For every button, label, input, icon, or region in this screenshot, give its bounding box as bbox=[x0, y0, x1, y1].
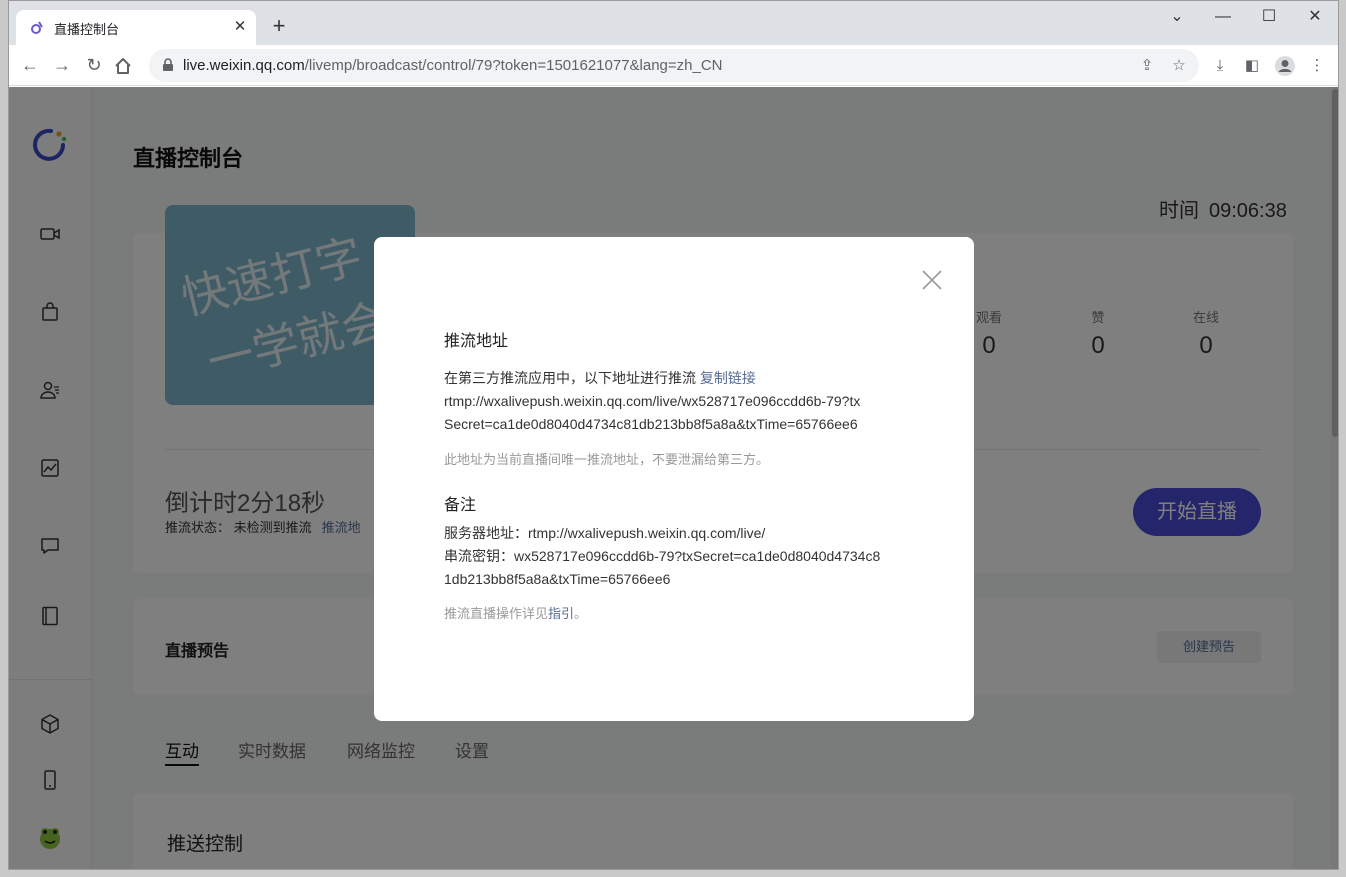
server-address[interactable]: 服务器地址：rtmp://wxalivepush.weixin.qq.com/l… bbox=[444, 522, 765, 545]
tab-title: 直播控制台 bbox=[54, 22, 120, 37]
new-tab-icon[interactable]: + bbox=[267, 15, 291, 39]
close-tab-icon[interactable]: ✕ bbox=[232, 19, 248, 35]
lock-icon[interactable] bbox=[161, 58, 175, 72]
share-icon[interactable]: ⇪ bbox=[1137, 56, 1157, 76]
browser-window: 直播控制台 ✕ + ⌄ — ☐ ✕ ← → ↻ live.weixin.qq.c… bbox=[8, 0, 1339, 870]
forward-icon[interactable]: → bbox=[49, 53, 75, 79]
push-address-modal: 推流地址 在第三方推流应用中，以下地址进行推流 复制链接 rtmp://wxal… bbox=[374, 237, 974, 721]
wechat-live-favicon bbox=[31, 21, 43, 34]
copy-link-button[interactable]: 复制链接 bbox=[700, 370, 756, 386]
bookmark-star-icon[interactable]: ☆ bbox=[1169, 56, 1189, 76]
stream-key-line1[interactable]: 串流密钥：wx528717e096ccdd6b-79?txSecret=ca1d… bbox=[444, 545, 880, 568]
url-text[interactable]: live.weixin.qq.com/livemp/broadcast/cont… bbox=[183, 57, 723, 74]
note-title: 备注 bbox=[444, 497, 477, 514]
browser-toolbar: ← → ↻ live.weixin.qq.com/livemp/broadcas… bbox=[9, 45, 1338, 86]
stream-key-line2[interactable]: 1db213bb8f5a8a&txTime=65766ee6 bbox=[444, 568, 670, 591]
minimize-icon[interactable]: — bbox=[1203, 7, 1243, 29]
guide-link[interactable]: 指引 bbox=[548, 606, 574, 621]
browser-tab[interactable]: 直播控制台 ✕ bbox=[16, 10, 256, 45]
tab-strip: 直播控制台 ✕ + ⌄ — ☐ ✕ bbox=[9, 1, 1338, 45]
menu-kebab-icon[interactable]: ⋮ bbox=[1305, 54, 1329, 78]
guide-prefix: 推流直播操作详见 bbox=[444, 606, 549, 621]
profile-avatar-icon[interactable] bbox=[1273, 54, 1297, 78]
side-panel-icon[interactable]: ◧ bbox=[1240, 54, 1264, 78]
page-content: 直播控制台 时间09:06:38 快速打字 一学就会 观看 0 赞 0 在线 0… bbox=[9, 87, 1338, 869]
tab-search-icon[interactable]: ⌄ bbox=[1157, 7, 1197, 29]
maximize-icon[interactable]: ☐ bbox=[1249, 7, 1289, 29]
guide-suffix: 。 bbox=[574, 606, 588, 621]
close-icon[interactable] bbox=[920, 268, 944, 292]
modal-intro: 在第三方推流应用中，以下地址进行推流 复制链接 bbox=[444, 367, 756, 390]
push-url-line1[interactable]: rtmp://wxalivepush.weixin.qq.com/live/wx… bbox=[444, 390, 860, 413]
modal-title: 推流地址 bbox=[444, 333, 509, 350]
push-url-line2[interactable]: Secret=ca1de0d8040d4734c81db213bb8f5a8a&… bbox=[444, 413, 858, 436]
download-icon[interactable]: ⤓ bbox=[1208, 54, 1232, 78]
reload-icon[interactable]: ↻ bbox=[81, 53, 107, 79]
home-icon[interactable] bbox=[113, 56, 133, 76]
back-icon[interactable]: ← bbox=[17, 53, 43, 79]
intro-text: 在第三方推流应用中，以下地址进行推流 bbox=[444, 370, 696, 386]
security-warning: 此地址为当前直播间唯一推流地址，不要泄漏给第三方。 bbox=[444, 452, 770, 467]
address-bar[interactable]: live.weixin.qq.com/livemp/broadcast/cont… bbox=[149, 49, 1199, 82]
close-window-icon[interactable]: ✕ bbox=[1295, 7, 1335, 29]
guide-text: 推流直播操作详见指引。 bbox=[444, 603, 587, 622]
